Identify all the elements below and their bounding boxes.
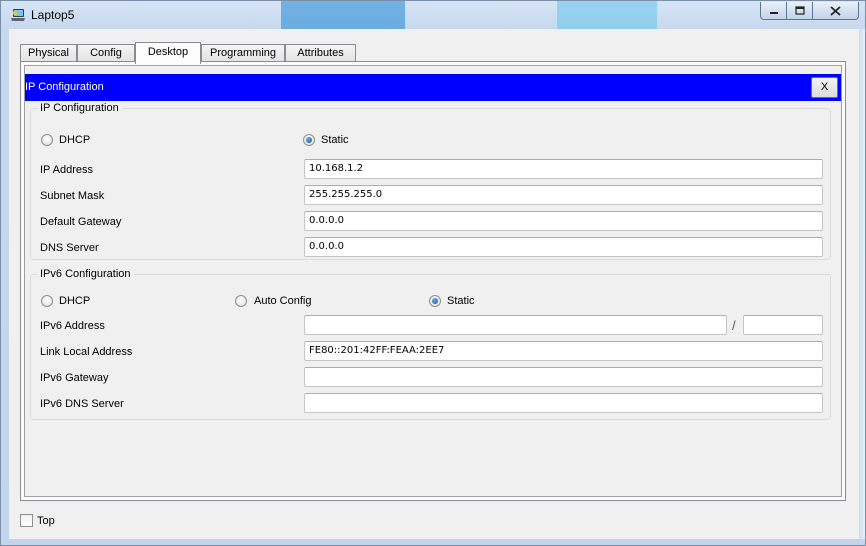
ipv6-group-legend: IPv6 Configuration	[37, 268, 134, 281]
tab-desktop[interactable]: Desktop	[135, 42, 201, 64]
panel-title: IP Configuration	[25, 81, 104, 93]
panel-close-button[interactable]: X	[811, 77, 838, 98]
ipv6-dns-server-label: IPv6 DNS Server	[40, 398, 124, 410]
app-window: Laptop5 Physical Config Desktop Programm…	[0, 0, 866, 546]
prefix-separator: /	[732, 318, 736, 333]
link-local-address-label: Link Local Address	[40, 346, 133, 358]
ipv6-prefix-field[interactable]	[743, 315, 823, 335]
subnet-mask-field[interactable]: 255.255.255.0	[304, 185, 823, 205]
ipv6-auto-config-label[interactable]: Auto Config	[254, 295, 311, 307]
dns-server-field[interactable]: 0.0.0.0	[304, 237, 823, 257]
top-checkbox[interactable]	[20, 514, 33, 527]
ipv4-configuration-group: IP Configuration DHCP Static IP Address …	[30, 102, 831, 260]
background-window-reflection	[557, 1, 657, 29]
ip-address-label: IP Address	[40, 164, 93, 176]
minimize-icon	[769, 11, 778, 14]
default-gateway-label: Default Gateway	[40, 216, 122, 228]
laptop-icon	[11, 9, 25, 21]
dns-server-label: DNS Server	[40, 242, 99, 254]
panel-header: IP Configuration X	[25, 74, 841, 101]
ipv6-configuration-group: IPv6 Configuration DHCP Auto Config Stat…	[30, 268, 831, 420]
ipv6-gateway-label: IPv6 Gateway	[40, 372, 109, 384]
subnet-mask-label: Subnet Mask	[40, 190, 105, 202]
ipv4-dhcp-label[interactable]: DHCP	[59, 134, 90, 146]
minimize-button[interactable]	[760, 2, 787, 20]
ip-configuration-panel: IP Configuration X IP Configuration DHCP…	[24, 65, 842, 497]
window-title: Laptop5	[31, 8, 75, 22]
ipv4-group-legend: IP Configuration	[37, 102, 122, 115]
ipv6-auto-config-radio[interactable]	[235, 295, 247, 307]
default-gateway-field[interactable]: 0.0.0.0	[304, 211, 823, 231]
ipv6-static-label[interactable]: Static	[447, 295, 475, 307]
close-icon	[830, 5, 841, 16]
desktop-tab-panel: IP Configuration X IP Configuration DHCP…	[20, 61, 846, 501]
ipv6-dhcp-radio[interactable]	[41, 295, 53, 307]
ipv6-static-radio[interactable]	[429, 295, 441, 307]
top-checkbox-label[interactable]: Top	[37, 515, 55, 527]
ipv6-address-label: IPv6 Address	[40, 320, 105, 332]
ipv6-dhcp-label[interactable]: DHCP	[59, 295, 90, 307]
ipv4-static-label[interactable]: Static	[321, 134, 349, 146]
ipv4-dhcp-radio[interactable]	[41, 134, 53, 146]
ipv4-static-radio[interactable]	[303, 134, 315, 146]
ip-address-field[interactable]: 10.168.1.2	[304, 159, 823, 179]
maximize-icon	[794, 6, 805, 15]
link-local-address-field[interactable]: FE80::201:42FF:FEAA:2EE7	[304, 341, 823, 361]
ipv6-dns-server-field[interactable]	[304, 393, 823, 413]
background-window-reflection	[281, 1, 405, 29]
maximize-button[interactable]	[787, 2, 813, 20]
close-window-button[interactable]	[813, 2, 859, 20]
ipv6-address-field[interactable]	[304, 315, 727, 335]
title-bar[interactable]: Laptop5	[1, 1, 865, 29]
ipv6-gateway-field[interactable]	[304, 367, 823, 387]
window-client-area: Physical Config Desktop Programming Attr…	[9, 29, 859, 539]
